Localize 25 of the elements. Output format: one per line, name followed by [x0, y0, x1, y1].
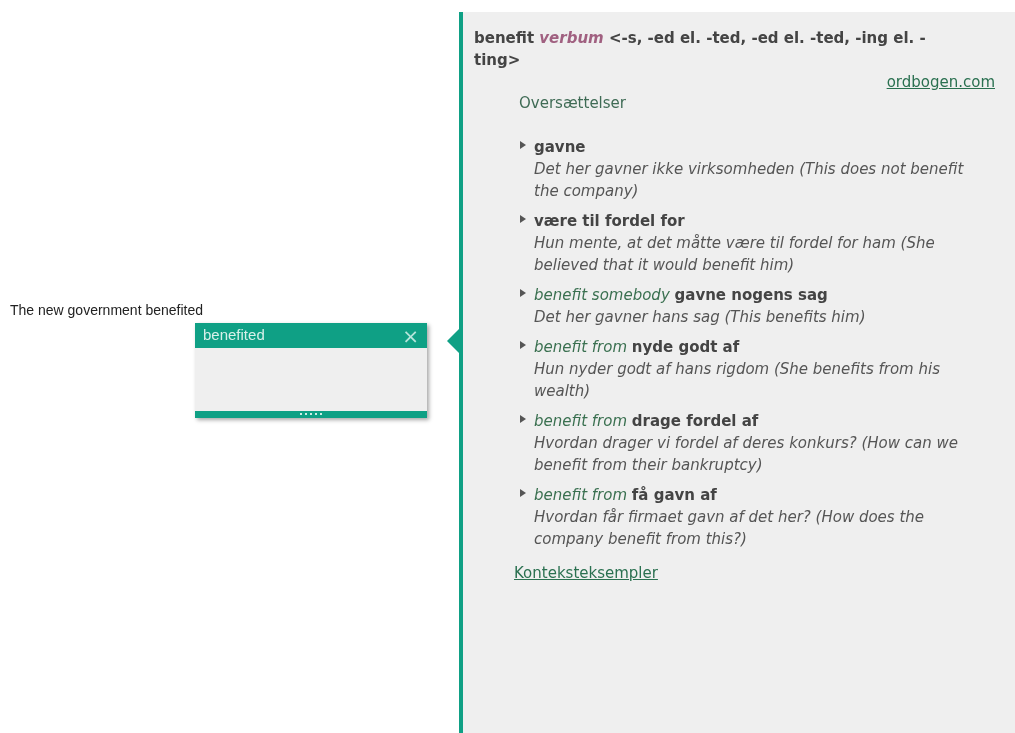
bullet-icon	[520, 289, 526, 297]
translation-text: benefit from drage fordel af	[534, 411, 760, 432]
context-examples-link[interactable]: Konteksteksempler	[514, 562, 658, 585]
example-text: Det her gavner ikke virksomheden (This does not benefit the company)	[534, 159, 965, 202]
bullet-icon	[520, 341, 526, 349]
translation-text: benefit from få gavn af	[534, 485, 718, 506]
grip-icon[interactable]	[299, 413, 323, 416]
popup-word: benefited	[203, 325, 265, 346]
translation-text: være til fordel for	[534, 211, 686, 232]
bullet-icon	[520, 415, 526, 423]
example-text: Det her gavner hans sag (This benefits him)	[534, 307, 867, 328]
bullet-icon	[520, 141, 526, 149]
example-text: Hvordan får firmaet gavn af det her? (How does the company benefit from this?)	[534, 507, 926, 550]
entry-heading: benefit verbum <-s, -ed el. -ted, -ed el. -ted, -ing el. -ting>	[474, 28, 927, 71]
bullet-icon	[520, 215, 526, 223]
example-text: Hun mente, at det måtte være til fordel for ham (She believed that it would benefit him)	[534, 233, 936, 276]
sentence-text: The new government benefited	[10, 301, 203, 320]
bullet-icon	[520, 489, 526, 497]
section-title: Oversættelser	[519, 92, 627, 114]
example-text: Hvordan drager vi fordel af deres konkurs? (How can we benefit from their bankruptcy)	[534, 433, 959, 476]
translation-text: benefit somebody gavne nogens sag	[534, 285, 829, 306]
source-link[interactable]: ordbogen.com	[886, 71, 995, 94]
translation-text: gavne	[534, 137, 587, 158]
example-text: Hun nyder godt af hans rigdom (She benefits from his wealth)	[534, 359, 941, 402]
translation-text: benefit from nyde godt af	[534, 337, 741, 358]
